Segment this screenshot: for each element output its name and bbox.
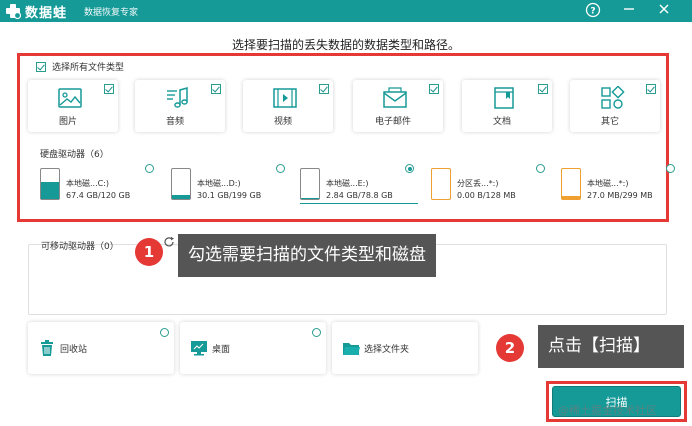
drive-icon [300, 168, 320, 200]
filetype-card-audio[interactable]: 音频 [135, 80, 225, 132]
drive-name: 本地磁...D:) [197, 179, 241, 188]
hard-drives-title: 硬盘驱动器（6） [40, 150, 109, 160]
app-subtitle: 数据恢复专家 [84, 8, 139, 18]
drive-name: 本地磁...*:) [587, 179, 629, 188]
drive-name: 本地磁...C:) [66, 179, 110, 188]
drive-name: 分区丢...*:) [457, 179, 499, 188]
minimize-button[interactable] [620, 2, 638, 20]
select-all-label: 选择所有文件类型 [52, 63, 125, 73]
others-icon [601, 86, 625, 109]
drive-item[interactable]: 分区丢...*:) 0.00 B/128 MB [431, 164, 549, 204]
filetype-card-document[interactable]: 文档 [462, 80, 552, 132]
drive-item[interactable]: 本地磁...C:) 67.4 GB/120 GB [40, 164, 158, 204]
close-button[interactable] [655, 2, 673, 20]
filetype-label: 其它 [600, 117, 619, 127]
filetype-checkbox[interactable] [211, 84, 221, 94]
help-icon: ? [585, 2, 601, 18]
removable-drives-title: 可移动驱动器（0） [41, 242, 119, 252]
filetype-label: 文档 [492, 117, 511, 127]
drive-radio[interactable] [276, 164, 285, 173]
title-bar: 数据蛙 数据恢复专家 ? [0, 0, 692, 22]
location-radio[interactable] [312, 328, 321, 337]
app-logo-icon [6, 4, 21, 19]
music-icon [167, 87, 188, 108]
drive-size: 0.00 B/128 MB [457, 191, 516, 200]
page-headline: 选择要扫描的丢失数据的数据类型和路径。 [231, 38, 460, 52]
select-all-checkbox[interactable]: 选择所有文件类型 [36, 60, 124, 73]
image-icon [58, 88, 82, 108]
drive-item[interactable]: 本地磁...*:) 27.0 MB/299 MB [561, 164, 679, 204]
drive-icon [431, 168, 451, 200]
filetype-card-video[interactable]: 视频 [243, 80, 333, 132]
step-2-badge: 2 [496, 334, 524, 362]
filetype-checkbox[interactable] [429, 84, 439, 94]
refresh-icon[interactable] [163, 236, 175, 248]
video-icon [273, 88, 297, 108]
folder-icon [343, 343, 360, 355]
checkbox-checked-icon [36, 61, 46, 72]
filetype-checkbox[interactable] [104, 84, 114, 94]
drive-icon [171, 168, 191, 200]
filetype-checkbox[interactable] [538, 84, 548, 94]
drive-size: 27.0 MB/299 MB [587, 191, 653, 200]
desktop-icon [191, 341, 207, 356]
filetype-card-image[interactable]: 图片 [28, 80, 118, 132]
drive-radio[interactable] [536, 164, 545, 173]
drive-radio[interactable] [405, 164, 414, 173]
drive-item[interactable]: 本地磁...D:) 30.1 GB/199 GB [171, 164, 289, 204]
drive-item[interactable]: 本地磁...E:) 2.84 GB/78.8 GB [300, 164, 418, 204]
location-label: 回收站 [60, 345, 88, 355]
filetype-card-email[interactable]: 电子邮件 [353, 80, 443, 132]
help-button[interactable]: ? [584, 2, 602, 20]
drive-radio[interactable] [145, 164, 154, 173]
document-icon [494, 87, 514, 109]
location-choose-folder[interactable]: 选择文件夹 [332, 322, 478, 374]
svg-text:?: ? [590, 7, 595, 17]
trash-icon [41, 340, 53, 356]
filetype-label: 音频 [165, 117, 184, 127]
filetype-checkbox[interactable] [646, 84, 656, 94]
drive-size: 2.84 GB/78.8 GB [326, 191, 393, 200]
location-label: 桌面 [212, 345, 231, 355]
filetype-label: 电子邮件 [374, 117, 411, 127]
drive-size: 30.1 GB/199 GB [197, 191, 262, 200]
close-icon [659, 4, 669, 14]
step-2-callout: 点击【扫描】 [538, 325, 684, 368]
step-1-badge: 1 [135, 238, 163, 266]
filetype-label: 视频 [273, 117, 292, 127]
mail-icon [383, 87, 407, 108]
location-label: 选择文件夹 [364, 345, 410, 355]
location-radio[interactable] [160, 328, 169, 337]
step-1-callout: 勾选需要扫描的文件类型和磁盘 [178, 234, 436, 277]
filetype-checkbox[interactable] [319, 84, 329, 94]
watermark: @稀土掘金技术社区 [558, 404, 657, 417]
location-desktop[interactable]: 桌面 [180, 322, 326, 374]
drive-radio[interactable] [666, 164, 675, 173]
drive-icon [561, 168, 581, 200]
drive-icon [40, 168, 60, 200]
filetype-label: 图片 [58, 117, 77, 127]
app-name: 数据蛙 [25, 6, 68, 21]
location-recycle-bin[interactable]: 回收站 [28, 322, 174, 374]
filetype-card-others[interactable]: 其它 [570, 80, 660, 132]
drive-size: 67.4 GB/120 GB [66, 191, 131, 200]
minimize-icon [624, 8, 634, 10]
drive-name: 本地磁...E:) [326, 179, 369, 188]
